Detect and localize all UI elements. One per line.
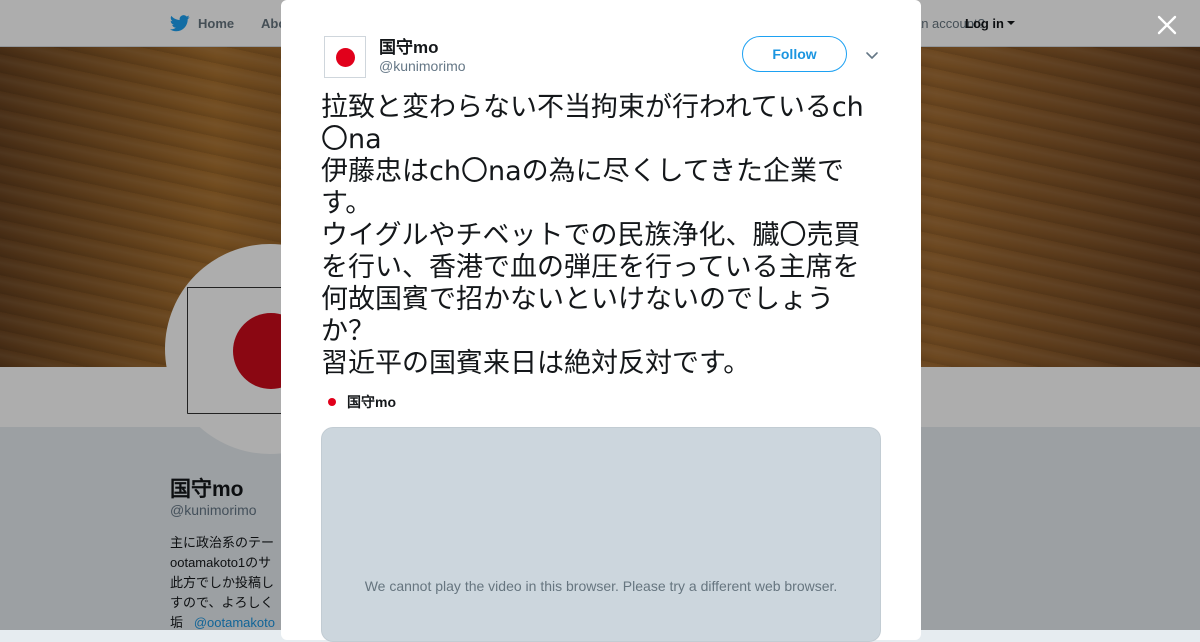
quoted-author-row[interactable]: 国守mo <box>326 392 396 412</box>
video-unsupported-message: We cannot play the video in this browser… <box>364 578 838 594</box>
author-avatar[interactable] <box>324 36 366 78</box>
author-handle[interactable]: @kunimorimo <box>379 58 466 74</box>
close-modal-button[interactable] <box>1154 12 1180 38</box>
japan-flag-icon <box>336 48 355 67</box>
follow-button[interactable]: Follow <box>742 36 847 72</box>
quoted-author-avatar <box>328 398 336 406</box>
more-options-button[interactable] <box>864 47 880 63</box>
quoted-author-name: 国守mo <box>347 394 396 410</box>
tweet-text: 拉致と変わらない不当拘束が行われているch〇na 伊藤忠はch〇naの為に尽くし… <box>321 92 864 379</box>
author-name[interactable]: 国守mo <box>379 33 439 58</box>
follow-label: Follow <box>772 46 817 62</box>
chevron-down-icon <box>866 52 878 59</box>
close-icon <box>1157 15 1177 35</box>
video-player[interactable]: We cannot play the video in this browser… <box>321 427 881 642</box>
tweet-permalink-modal: 国守mo @kunimorimo Follow 拉致と変わらない不当拘束が行われ… <box>281 0 921 642</box>
